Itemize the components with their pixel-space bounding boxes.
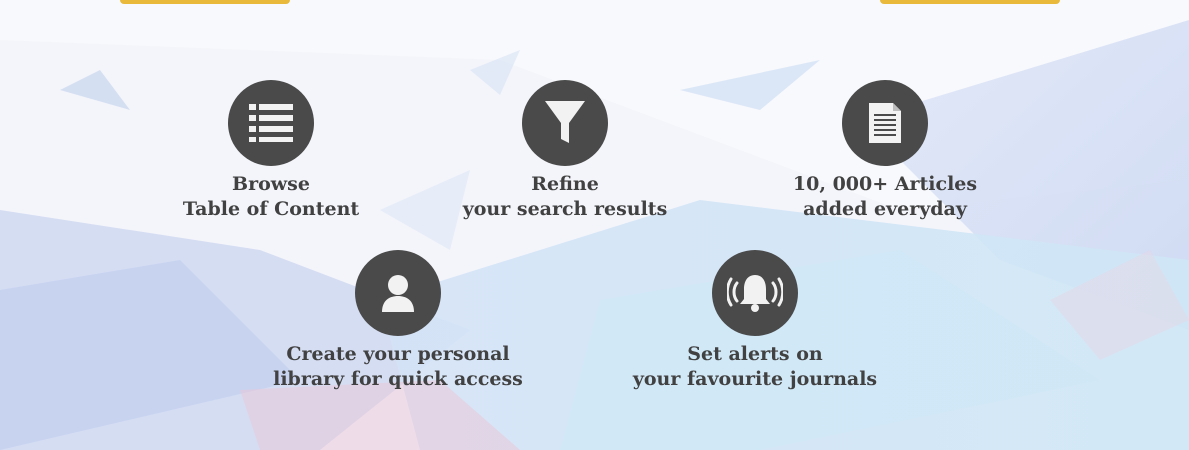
feature-caption-line1: 10, 000+ Articles xyxy=(792,173,978,195)
bell-alert-icon xyxy=(712,250,798,336)
feature-caption-line2: your favourite journals xyxy=(632,368,878,390)
user-icon xyxy=(355,250,441,336)
top-accent-strip-right xyxy=(880,0,1060,4)
background-graphic xyxy=(0,0,1189,450)
feature-caption-line2: your search results xyxy=(462,198,668,220)
feature-articles-daily: 10, 000+ Articles added everyday xyxy=(760,80,1010,222)
feature-caption-line2: added everyday xyxy=(803,198,967,220)
feature-caption: 10, 000+ Articles added everyday xyxy=(760,172,1010,222)
feature-caption-line2: library for quick access xyxy=(273,368,523,390)
feature-caption-line1: Refine xyxy=(531,173,599,195)
feature-caption-line2: Table of Content xyxy=(182,198,360,220)
feature-journal-alerts: Set alerts on your favourite journals xyxy=(610,250,900,392)
feature-caption: Create your personal library for quick a… xyxy=(253,342,543,392)
feature-caption-line1: Browse xyxy=(232,173,310,195)
feature-caption: Set alerts on your favourite journals xyxy=(610,342,900,392)
funnel-filter-icon xyxy=(522,80,608,166)
feature-caption-line1: Set alerts on xyxy=(687,343,823,365)
feature-browse-toc: Browse Table of Content xyxy=(146,80,396,222)
feature-refine-search: Refine your search results xyxy=(440,80,690,222)
feature-personal-library: Create your personal library for quick a… xyxy=(253,250,543,392)
feature-caption: Refine your search results xyxy=(440,172,690,222)
feature-caption: Browse Table of Content xyxy=(146,172,396,222)
feature-caption-line1: Create your personal xyxy=(286,343,510,365)
top-accent-strip-left xyxy=(120,0,290,4)
document-icon xyxy=(842,80,928,166)
list-icon xyxy=(228,80,314,166)
